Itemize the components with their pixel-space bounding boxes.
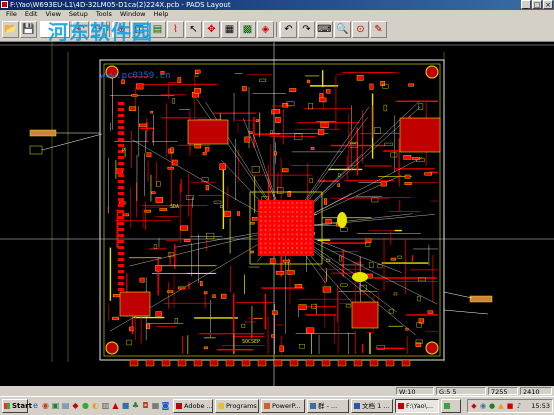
task-label: 群 - ... <box>318 402 338 410</box>
task-programs[interactable]: Programs <box>215 399 259 413</box>
route-icon[interactable]: ⌇ <box>167 21 184 38</box>
task-label: PowerP... <box>272 402 301 410</box>
find-icon[interactable]: 🔍 <box>334 21 351 38</box>
ic-bottom-left <box>119 291 151 317</box>
external-part-label <box>29 145 43 155</box>
app-icon <box>444 403 450 409</box>
select-icon[interactable]: ↖ <box>185 21 202 38</box>
status-width: W:10 <box>396 387 434 396</box>
task-label: F:\Yao\... <box>406 402 434 410</box>
task-label: 文档 1 ... <box>362 402 390 410</box>
task-pads-layout[interactable]: F:\Yao\... <box>395 399 439 413</box>
tray-icon-4[interactable]: ▲ <box>497 402 505 410</box>
pads-icon <box>398 403 404 409</box>
quicklaunch-icon-4[interactable]: ▤ <box>61 400 70 411</box>
task-document[interactable]: 文档 1 ... <box>351 399 393 413</box>
design-rules-icon[interactable]: ▩ <box>239 21 256 38</box>
folder-icon <box>218 403 224 409</box>
verify-icon[interactable]: ↶ <box>280 21 297 38</box>
pcb-design-canvas[interactable]: SOCSEP SDA P www.pc0359.cn <box>0 42 554 386</box>
status-grid: G:5 5 <box>436 387 486 396</box>
save-icon[interactable]: 💾 <box>20 21 37 38</box>
quicklaunch-icon-10[interactable]: ■ <box>121 400 130 411</box>
tray-icon-5[interactable]: ■ <box>506 402 514 410</box>
mount-hole-bl <box>105 341 119 355</box>
window-title: F:\Yao\W693EU-L1\4D-32LM05-D1ca(2)224X.p… <box>10 1 231 9</box>
pan-icon[interactable]: ✥ <box>203 21 220 38</box>
tray-icon-1[interactable]: ◆ <box>470 402 478 410</box>
quicklaunch-icon-8[interactable]: ▥ <box>101 400 110 411</box>
quicklaunch-icon-6[interactable]: ● <box>81 400 90 411</box>
powerpoint-icon <box>264 403 270 409</box>
quicklaunch-icon-7[interactable]: ◐ <box>91 400 100 411</box>
status-y: 2410 <box>520 387 552 396</box>
quicklaunch-icon-9[interactable]: ▲ <box>111 400 120 411</box>
tool-icon[interactable]: ✎ <box>370 21 387 38</box>
silk-label-socsep: SOCSEP <box>242 339 260 345</box>
clock: 15:53 <box>531 402 550 410</box>
external-resistor <box>29 129 57 137</box>
silk-label-p: P <box>122 148 125 154</box>
windows-flag-icon <box>4 403 10 409</box>
ic-top-left <box>187 119 229 145</box>
task-misc[interactable] <box>441 399 461 413</box>
quicklaunch-icon-5[interactable]: ◆ <box>71 400 80 411</box>
ie-icon[interactable]: e <box>31 400 40 411</box>
speaker-icon[interactable]: ♪ <box>515 402 523 410</box>
task-chat-group[interactable]: 群 - ... <box>307 399 349 413</box>
mount-hole-tr <box>425 65 439 79</box>
quicklaunch-icon-14[interactable]: ◙ <box>161 400 170 411</box>
title-bar: F:\Yao\W693EU-L1\4D-32LM05-D1ca(2)224X.p… <box>0 0 554 10</box>
task-label: Adobe ... <box>184 402 213 410</box>
quicklaunch-icon-2[interactable]: ◉ <box>41 400 50 411</box>
status-x: 7255 <box>488 387 518 396</box>
system-tray: ◆ ◉ ● ▲ ■ ♪ 15:53 <box>467 399 553 413</box>
zoom-in-icon[interactable]: ⊙ <box>352 21 369 38</box>
taskbar: Start e ◉ ▣ ▤ ◆ ● ◐ ▥ ▲ ■ ♣ ◘ ▦ ◙ Adobe … <box>0 396 554 415</box>
ic-right <box>351 301 379 329</box>
cam-icon[interactable]: ↷ <box>298 21 315 38</box>
pads-app-icon[interactable] <box>1 1 8 8</box>
task-powerpoint[interactable]: PowerP... <box>261 399 305 413</box>
external-resistor-right <box>469 295 493 303</box>
quicklaunch-icon-13[interactable]: ▦ <box>151 400 160 411</box>
start-button[interactable]: Start <box>2 399 32 413</box>
status-bar: W:10 G:5 5 7255 2410 <box>0 386 554 396</box>
properties-icon[interactable]: ⌨ <box>316 21 333 38</box>
crystal-2 <box>352 272 368 282</box>
pcb-board-view[interactable]: SOCSEP SDA P www.pc0359.cn <box>0 42 554 386</box>
quicklaunch-icon-3[interactable]: ▣ <box>51 400 60 411</box>
menu-file[interactable]: File <box>2 10 21 19</box>
settings-icon[interactable]: ◈ <box>257 21 274 38</box>
silk-label-sda: SDA <box>170 204 179 210</box>
open-icon[interactable]: 📂 <box>2 21 19 38</box>
quicklaunch-icon-11[interactable]: ♣ <box>131 400 140 411</box>
tray-icon-2[interactable]: ◉ <box>479 402 487 410</box>
watermark-url: www.pc0359.cn <box>100 71 170 81</box>
mount-hole-br <box>425 341 439 355</box>
minimize-button[interactable]: _ <box>521 0 531 9</box>
menu-edit[interactable]: Edit <box>21 10 42 19</box>
watermark-logo: 河东软件园 <box>48 20 153 44</box>
tray-icon-3[interactable]: ● <box>488 402 496 410</box>
adobe-icon <box>176 403 182 409</box>
redraw-icon[interactable]: ▦ <box>221 21 238 38</box>
task-label: Programs <box>226 402 257 410</box>
quicklaunch-icon-12[interactable]: ◘ <box>141 400 150 411</box>
maximize-button[interactable]: □ <box>532 0 542 9</box>
chat-icon <box>310 403 316 409</box>
close-button[interactable]: × <box>543 0 553 9</box>
crystal-1 <box>337 212 347 228</box>
connector-right <box>399 117 441 153</box>
start-label: Start <box>12 402 32 410</box>
word-icon <box>354 403 360 409</box>
task-adobe[interactable]: Adobe ... <box>173 399 213 413</box>
